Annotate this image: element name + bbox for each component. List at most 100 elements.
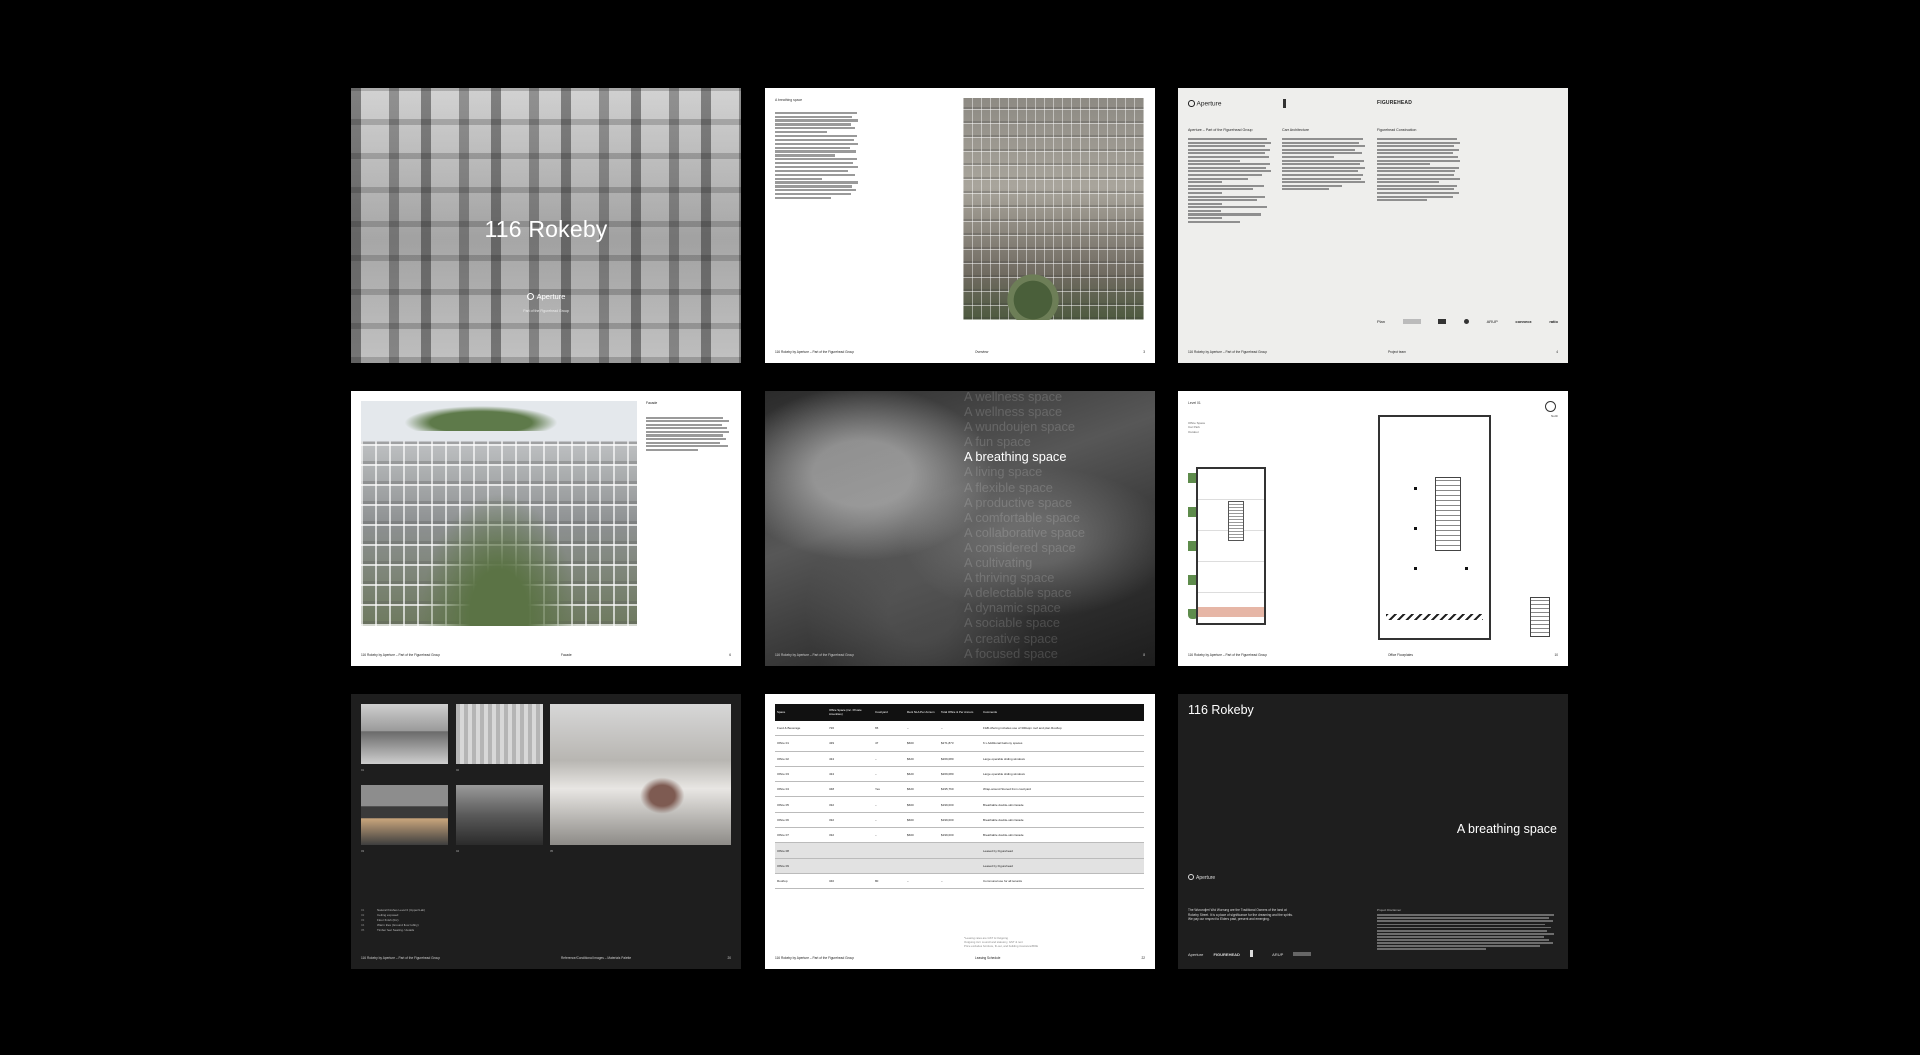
footer-section: Facade [561,653,572,657]
back-cover-title: 116 Rokeby [1188,703,1254,717]
footer-left: 116 Rokeby by Aperture – Part of the Fig… [1188,653,1267,657]
table-row: Office 07 332– $600 $199,000 Breathable doub… [775,827,1144,844]
table-cell: $269,080 [939,751,981,767]
floorplan-page[interactable]: Level 01 Office Space Car Park Outdoor N… [1178,391,1568,666]
north-label: North [1551,414,1558,418]
table-cell [827,858,873,874]
material-photo-03 [361,785,448,845]
facade-photo [361,401,637,626]
column-title: Aperture – Part of the Figurehead Group [1188,128,1253,132]
space-word: A delectable space [964,585,1072,601]
table-cell: – [939,721,981,737]
table-cell: Leased by Figurehead [981,858,1144,874]
leasing-table: Space Office Space (inc. Private Amenitie… [775,704,1144,890]
column-header: Rent NLA Per Annum [905,704,939,721]
table-cell: Office 06 [775,812,827,829]
table-row: Office 09 Leased by Figurehead [775,858,1144,874]
breathing-space-page[interactable]: A wellness space A wellness space A wundou… [765,391,1155,666]
table-cell: 6 x Additional balcony spaces [981,735,1144,752]
page-footer: 116 Rokeby by Aperture – Part of the Fig… [1188,652,1558,658]
table-cell: $199,000 [939,796,981,813]
column-marker [1414,527,1417,530]
legend-item: 05 Timber feel Seating / details [361,928,425,933]
cover-page[interactable]: 116 Rokeby Aperture Part of the Figurehe… [351,88,741,363]
table-cell: $620 [905,751,939,767]
space-word: A wellness space [964,391,1063,404]
back-cover-tagline: A breathing space [1456,822,1557,836]
team-column-figurehead: Figurehead Construction [1377,128,1463,203]
aperture-logo-icon [1188,874,1194,880]
page-footer: 116 Rokeby by Aperture – Part of the Fig… [775,349,1145,355]
column-title: Carr Architecture [1282,128,1309,132]
table-cell: Office 04 [775,781,827,798]
overview-page[interactable]: A breathing space 116 Rokeby by Aperture… [765,88,1155,363]
footer-left: 116 Rokeby by Aperture – Part of the Fig… [1188,350,1267,354]
photo-number: 04 [456,849,460,853]
table-cell: $600 [905,796,939,813]
footer-section: Project team [1388,350,1406,354]
page-footer: 116 Rokeby by Aperture – Part of the Fig… [775,955,1145,961]
cover-brand: Aperture [351,292,741,301]
page-footer: 116 Rokeby by Aperture – Part of the Fig… [361,955,731,961]
table-cell: 80 [873,873,905,890]
material-photo-01 [361,704,448,764]
table-cell: Breathable double-skin facade [981,827,1144,844]
logo-arup: ARUP [1272,952,1284,957]
table-row: Office 04 348 Yes $620 $195,760 Wrap-around S… [775,781,1144,798]
facade-title: Facade [646,401,658,405]
leasing-notes: *Leasing rates are GST & Outgoing Outgoi… [964,936,1144,948]
brochure-spread-grid: 116 Rokeby Aperture Part of the Figurehe… [0,0,1920,1055]
partner-logo: Plan [1377,318,1386,324]
table-cell: $199,000 [939,827,981,844]
facade-body-text [646,415,732,452]
table-cell: $620 [905,766,939,783]
back-cover-logos: Aperture FIGUREHEAD ARUP [1188,950,1320,957]
table-cell: – [873,766,905,783]
partner-logos: Plan ARUP connecx ratio [1377,317,1558,325]
table-cell: Food & Beverage [775,721,827,737]
column-marker [1414,487,1417,490]
facade-hatch [1386,614,1483,620]
carr-logo-icon [1283,99,1286,108]
logo-carr-icon [1250,950,1254,957]
partner-logo: ARUP [1486,318,1498,324]
team-column-aperture: Aperture – Part of the Figurehead Group [1188,128,1274,224]
table-cell: – [873,812,905,829]
aperture-logo: Aperture [1188,100,1221,108]
partner-logo-icon [1463,318,1469,324]
legend-text: Timber feel Seating / details [377,928,415,932]
table-cell: Leased by Figurehead [981,842,1144,859]
disclaimer-title: Project Disclaimer [1377,908,1402,912]
material-photo-05 [550,704,731,845]
table-cell: – [905,873,939,890]
photo-number: 02 [456,768,460,772]
column-marker [1465,567,1468,570]
rooftop-greenery [391,403,571,431]
space-word: A creative space [964,630,1058,646]
table-row: Office 08 Leased by Figurehead [775,842,1144,859]
table-cell: Yes [873,781,905,798]
facade-page[interactable]: Facade 116 Rokeby by Aperture – Part of … [351,391,741,666]
column-header: Office Space (inc. Private Amenities) [827,704,873,721]
table-cell: 439 [827,735,873,752]
leasing-schedule-page[interactable]: Space Office Space (inc. Private Amenitie… [765,694,1155,969]
footer-left: 116 Rokeby by Aperture – Part of the Fig… [361,956,440,960]
materials-legend: 01 Natural finishes Level 0 (Upper/Lab) 0… [361,908,425,933]
stair-core [1228,501,1244,541]
space-word: A collaborative space [964,524,1085,540]
space-word: A living space [964,464,1043,480]
cover-subtitle: Part of the Figurehead Group [523,309,569,313]
project-team-page[interactable]: Aperture FIGUREHEAD Aperture – Part of t… [1178,88,1568,363]
table-cell [905,842,939,859]
table-cell: Breathable double-skin facade [981,812,1144,829]
table-cell: Office 09 [775,858,827,874]
table-row: Office 05 332– $600 $199,000 Breathable doub… [775,796,1144,813]
table-cell: 434 [827,766,873,783]
column-header: Space [775,704,827,721]
materials-page[interactable]: 01 02 03 04 05 01 Natural finishes Level … [351,694,741,969]
footer-page-number: 4 [1556,350,1558,354]
footer-page-number: 6 [729,653,731,657]
back-cover-page[interactable]: 116 Rokeby A breathing space Aperture Th… [1178,694,1568,969]
space-word: A thriving space [964,570,1055,586]
space-word: A considered space [964,539,1076,555]
